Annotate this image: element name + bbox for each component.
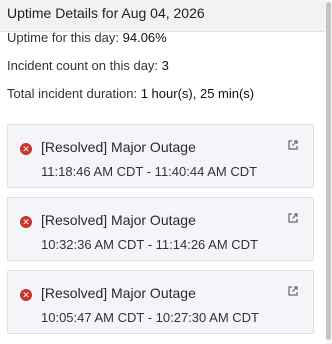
error-icon: ✕ — [20, 289, 32, 301]
incident-title: [Resolved] Major Outage — [41, 139, 196, 155]
incident-count-label: Incident count on this day: — [7, 58, 159, 73]
uptime-label: Uptime for this day: — [7, 30, 119, 45]
incident-card[interactable]: ✕ [Resolved] Major Outage 10:32:36 AM CD… — [7, 197, 314, 261]
incident-title: [Resolved] Major Outage — [41, 285, 196, 301]
incident-card[interactable]: ✕ [Resolved] Major Outage 11:18:46 AM CD… — [7, 124, 314, 188]
incident-time: 10:05:47 AM CDT - 10:27:30 AM CDT — [41, 310, 259, 325]
incident-time: 10:32:36 AM CDT - 11:14:26 AM CDT — [41, 237, 259, 252]
incident-duration-value: 1 hour(s), 25 min(s) — [140, 86, 255, 101]
error-icon: ✕ — [20, 143, 32, 155]
scrollbar-thumb[interactable] — [326, 2, 331, 340]
external-link-icon[interactable] — [287, 139, 299, 151]
incident-title: [Resolved] Major Outage — [41, 212, 196, 228]
external-link-icon[interactable] — [287, 212, 299, 224]
incident-time: 11:18:46 AM CDT - 11:40:44 AM CDT — [41, 164, 258, 179]
incident-duration-row: Total incident duration: 1 hour(s), 25 m… — [7, 86, 254, 101]
error-icon: ✕ — [20, 216, 32, 228]
incident-count-row: Incident count on this day: 3 — [7, 58, 169, 73]
external-link-icon[interactable] — [287, 285, 299, 297]
incident-duration-label: Total incident duration: — [7, 86, 138, 101]
panel-title: Uptime Details for Aug 04, 2026 — [7, 5, 205, 21]
panel-header: Uptime Details for Aug 04, 2026 — [0, 0, 325, 32]
uptime-value: 94.06% — [122, 30, 167, 45]
incident-count-value: 3 — [161, 58, 169, 73]
incident-card[interactable]: ✕ [Resolved] Major Outage 10:05:47 AM CD… — [7, 270, 314, 334]
uptime-row: Uptime for this day: 94.06% — [7, 30, 167, 45]
